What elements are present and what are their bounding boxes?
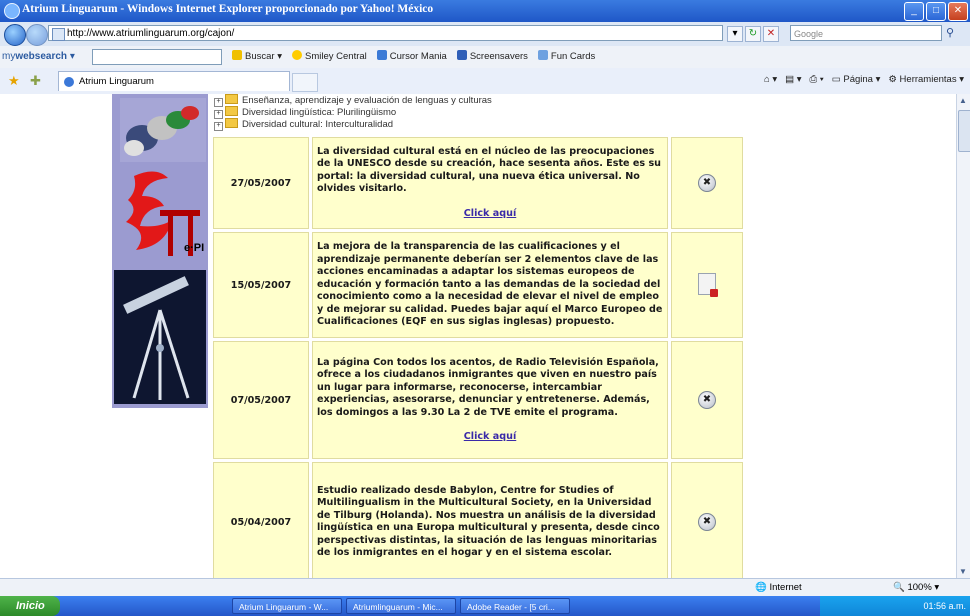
taskbar-item-word[interactable]: Atriumlinguarum - Mic... (346, 598, 456, 614)
news-date: 15/05/2007 (213, 232, 309, 338)
address-input[interactable]: http://www.atriumlinguarum.org/cajon/ (48, 25, 723, 41)
epi-logo-text: e·PI (184, 242, 205, 254)
telescope-image (114, 270, 206, 404)
back-button[interactable] (4, 24, 26, 46)
news-icon-cell[interactable]: ✖ (671, 341, 743, 459)
smiley-icon (292, 50, 302, 60)
search-icon[interactable]: ⚲ (946, 26, 954, 39)
window-title-bar: Atrium Linguarum - Windows Internet Expl… (0, 0, 970, 22)
page-viewport: e·PI + Enseñanza, aprendizaje y evaluació… (0, 94, 956, 578)
tab-atrium-linguarum[interactable]: Atrium Linguarum (58, 71, 290, 91)
folder-icon (225, 106, 238, 116)
buscar-button[interactable]: Buscar ▾ (232, 50, 282, 62)
scroll-up-icon[interactable]: ▲ (959, 96, 967, 105)
news-text: La página Con todos los acentos, de Radi… (312, 341, 668, 459)
category-tree: + Enseñanza, aprendizaje y evaluación de … (214, 94, 492, 131)
close-icon[interactable]: ✕ (948, 2, 968, 21)
screensavers-link[interactable]: Screensavers (456, 50, 528, 62)
status-bar: 🌐 Internet 🔍 100% ▾ (0, 578, 970, 597)
forward-button[interactable] (26, 24, 48, 46)
links-toolbar: mywebsearch ▾ Buscar ▾ Smiley Central Cu… (0, 46, 970, 69)
print-icon[interactable]: ⎙ ▾ (810, 74, 824, 85)
smiley-central-link[interactable]: Smiley Central (292, 50, 367, 62)
new-tab-button[interactable] (292, 73, 318, 92)
vertical-scrollbar[interactable]: ▲ ▼ (956, 94, 970, 578)
news-text: La mejora de la transparencia de las cua… (312, 232, 668, 338)
security-zone: 🌐 Internet (755, 582, 802, 593)
window-title: Atrium Linguarum - Windows Internet Expl… (22, 3, 434, 15)
news-icon-cell[interactable] (671, 232, 743, 338)
table-row: 15/05/2007 La mejora de la transparencia… (213, 232, 743, 338)
news-table: 27/05/2007 La diversidad cultural está e… (210, 134, 746, 578)
system-tray: 01:56 a.m. (820, 596, 970, 616)
home-icon[interactable]: ⌂ ▾ (764, 74, 777, 85)
link-x-icon[interactable]: ✖ (698, 513, 716, 531)
add-favorite-icon[interactable]: ✚ (30, 73, 41, 89)
search-input[interactable]: Google (790, 25, 942, 41)
taskbar-tasks: Atrium Linguarum - W... Atriumlinguarum … (232, 598, 570, 614)
herramientas-menu[interactable]: ⚙ Herramientas ▾ (888, 74, 964, 85)
thread-spools-image (120, 98, 206, 162)
taskbar-item-ie[interactable]: Atrium Linguarum - W... (232, 598, 342, 614)
news-text: La diversidad cultural está en el núcleo… (312, 137, 668, 229)
folder-icon (225, 94, 238, 104)
window-controls: _ □ ✕ (904, 2, 968, 21)
address-toolbar: http://www.atriumlinguarum.org/cajon/ ▾ … (0, 22, 970, 47)
click-aqui-link[interactable]: Click aquí (317, 431, 663, 444)
links-list: Buscar ▾ Smiley Central Cursor Mania Scr… (232, 50, 595, 62)
site-icon (64, 77, 74, 87)
news-icon-cell[interactable]: ✖ (671, 462, 743, 578)
link-x-icon[interactable]: ✖ (698, 174, 716, 192)
stop-icon[interactable]: ✕ (763, 26, 779, 42)
click-aqui-link[interactable]: Click aquí (317, 208, 663, 221)
clock: 01:56 a.m. (923, 601, 966, 611)
cursor-icon (376, 50, 387, 60)
minimize-icon[interactable]: _ (904, 2, 924, 21)
start-button[interactable]: Inicio (0, 596, 60, 616)
mywebsearch-input[interactable] (92, 49, 222, 65)
news-date: 27/05/2007 (213, 137, 309, 229)
news-icon-cell[interactable]: ✖ (671, 137, 743, 229)
pagina-menu[interactable]: ▭ Página ▾ (832, 74, 881, 85)
search-icon (232, 50, 242, 60)
maximize-icon[interactable]: □ (926, 2, 946, 21)
monitor-icon (456, 50, 467, 60)
table-row: 05/04/2007 Estudio realizado desde Babyl… (213, 462, 743, 578)
fun-cards-link[interactable]: Fun Cards (537, 50, 595, 62)
taskbar-item-adobe[interactable]: Adobe Reader - [5 cri... (460, 598, 570, 614)
page-icon (52, 28, 65, 41)
address-dropdown-icon[interactable]: ▾ (727, 26, 743, 42)
tree-item[interactable]: + Diversidad cultural: Interculturalidad (214, 118, 492, 131)
table-row: 07/05/2007 La página Con todos los acent… (213, 341, 743, 459)
left-image-column: e·PI (112, 94, 208, 408)
feeds-icon[interactable]: ▤ ▾ (785, 74, 801, 85)
link-x-icon[interactable]: ✖ (698, 391, 716, 409)
card-icon (537, 50, 548, 60)
scrollbar-thumb[interactable] (958, 110, 970, 152)
command-bar: ⌂ ▾ ▤ ▾ ⎙ ▾ ▭ Página ▾ ⚙ Herramientas ▾ (764, 74, 964, 85)
news-text: Estudio realizado desde Babylon, Centre … (312, 462, 668, 578)
refresh-icon[interactable]: ↻ (745, 26, 761, 42)
windows-taskbar: Inicio Atrium Linguarum - W... Atriumlin… (0, 596, 970, 616)
mywebsearch-logo: mywebsearch ▾ (2, 51, 75, 62)
tree-item[interactable]: + Diversidad lingüística: Plurilingüismo (214, 106, 492, 119)
news-date: 05/04/2007 (213, 462, 309, 578)
ie-logo-icon (4, 3, 20, 19)
favorites-star-icon[interactable]: ★ (8, 73, 20, 89)
news-date: 07/05/2007 (213, 341, 309, 459)
table-row: 27/05/2007 La diversidad cultural está e… (213, 137, 743, 229)
pdf-document-icon[interactable] (698, 272, 718, 297)
tab-toolbar: ★ ✚ Atrium Linguarum ⌂ ▾ ▤ ▾ ⎙ ▾ ▭ Págin… (0, 68, 970, 95)
tree-item[interactable]: + Enseñanza, aprendizaje y evaluación de … (214, 94, 492, 107)
address-url: http://www.atriumlinguarum.org/cajon/ (67, 28, 235, 39)
folder-icon (225, 118, 238, 128)
cursor-mania-link[interactable]: Cursor Mania (376, 50, 447, 62)
zoom-level[interactable]: 🔍 100% ▾ (893, 582, 939, 593)
scroll-down-icon[interactable]: ▼ (959, 567, 967, 576)
